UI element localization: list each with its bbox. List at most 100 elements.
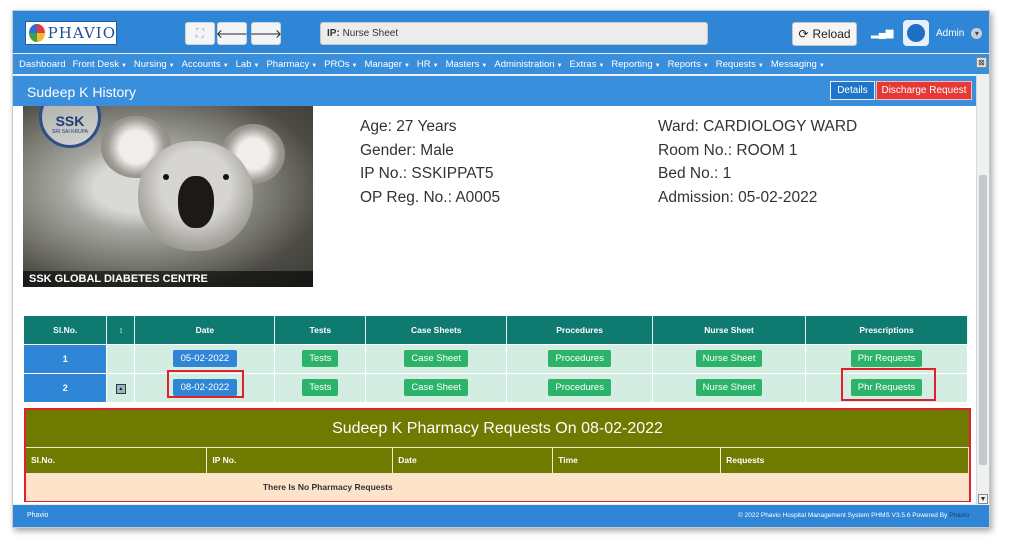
nurse-sheet-button[interactable]: Nurse Sheet: [695, 350, 763, 367]
menu-item-reports[interactable]: Reports ▼: [668, 59, 709, 70]
case-sheet-button[interactable]: Case Sheet: [404, 379, 469, 397]
caret-icon: ▼: [757, 62, 764, 69]
patient-ip-no: IP No.: SSKIPPAT5: [360, 165, 494, 182]
pharmacy-panel-title: Sudeep K Pharmacy Requests On 08-02-2022: [26, 410, 969, 447]
menu-item-front-desk[interactable]: Front Desk ▼: [72, 59, 126, 70]
patient-op-reg: OP Reg. No.: A0005: [360, 188, 501, 206]
row-slno: 2: [24, 372, 108, 402]
menu-item-accounts[interactable]: Accounts ▼: [182, 59, 229, 70]
col-date: Date: [392, 447, 554, 473]
vertical-scrollbar[interactable]: ▼: [976, 75, 989, 505]
close-icon[interactable]: ⊠: [976, 57, 987, 68]
page-title-bar: Sudeep K History Details Discharge Reque…: [13, 76, 976, 106]
app-window: PHAVIO ⛶ 🡐 🡒 IP: Nurse Sheet ⟳ Reload ▂▄…: [12, 10, 990, 528]
pharmacy-requests-table: Sl.No. IP No. Date Time Requests There I…: [26, 447, 969, 501]
ip-search-input[interactable]: IP: Nurse Sheet: [320, 22, 708, 45]
logo[interactable]: PHAVIO: [25, 21, 117, 45]
case-sheet-button[interactable]: Case Sheet: [404, 350, 469, 367]
main-menu: Dashboard Front Desk ▼ Nursing ▼ Accounts ▼…: [13, 54, 989, 74]
col-time: Time: [552, 447, 722, 473]
caret-icon: ▼: [481, 62, 488, 69]
phr-requests-button[interactable]: Phr Requests: [850, 350, 923, 367]
top-bar: PHAVIO ⛶ 🡐 🡒 IP: Nurse Sheet ⟳ Reload ▂▄…: [13, 11, 989, 53]
patient-photo: SSK SRI SAI KRUPA SSK GLOBAL DIABETES CE…: [23, 106, 313, 287]
collapse-icon[interactable]: ▴: [115, 383, 126, 394]
menu-item-lab[interactable]: Lab ▼: [236, 59, 260, 70]
col-nurse-sheet: Nurse Sheet: [652, 316, 807, 344]
details-button[interactable]: Details: [830, 81, 875, 100]
menu-item-hr[interactable]: HR ▼: [417, 59, 439, 70]
col-ip-no: IP No.: [206, 447, 394, 473]
footer-powered-link[interactable]: Phavio: [949, 512, 969, 519]
main-content: SSK SRI SAI KRUPA SSK GLOBAL DIABETES CE…: [13, 106, 976, 504]
menu-item-requests[interactable]: Requests ▼: [716, 59, 764, 70]
menu-item-masters[interactable]: Masters ▼: [446, 59, 488, 70]
nurse-sheet-button[interactable]: Nurse Sheet: [695, 379, 763, 397]
menu-item-administration[interactable]: Administration ▼: [494, 59, 562, 70]
forward-button[interactable]: 🡒: [250, 22, 282, 45]
row-slno: 1: [24, 343, 108, 373]
fullscreen-button[interactable]: ⛶: [185, 22, 215, 45]
phr-requests-highlight-box: [841, 368, 936, 401]
procedures-button[interactable]: Procedures: [548, 350, 611, 367]
col-slno: Sl.No.: [26, 447, 208, 473]
caret-icon: ▼: [253, 62, 260, 69]
caret-icon: ▼: [311, 62, 318, 69]
reload-button[interactable]: ⟳ Reload: [792, 22, 857, 46]
menu-item-extras[interactable]: Extras ▼: [570, 59, 605, 70]
discharge-request-button[interactable]: Discharge Request: [876, 81, 972, 100]
caret-icon: ▼: [120, 62, 127, 69]
logo-text: PHAVIO: [47, 24, 116, 42]
expand-icon: ⛶: [195, 26, 205, 40]
procedures-button[interactable]: Procedures: [548, 379, 611, 397]
search-label: IP:: [327, 28, 340, 39]
menu-item-messaging[interactable]: Messaging ▼: [771, 59, 825, 70]
patient-info-right: Ward: CARDIOLOGY WARD Room No.: ROOM 1 B…: [658, 115, 857, 209]
caret-icon: ▼: [403, 62, 410, 69]
menu-item-dashboard[interactable]: Dashboard: [19, 59, 65, 70]
caret-icon: ▼: [702, 62, 709, 69]
signal-icon: ▂▄▆: [871, 28, 894, 39]
table-row: 1 05-02-2022 Tests Case Sheet Procedures…: [24, 343, 968, 373]
menu-item-reporting[interactable]: Reporting ▼: [611, 59, 660, 70]
menu-item-pros[interactable]: PROs ▼: [324, 59, 357, 70]
sort-icon[interactable]: ↕: [106, 316, 136, 344]
patient-gender: Gender: Male: [360, 141, 454, 159]
footer-copyright: © 2022 Phavio Hospital Management System…: [738, 512, 969, 519]
reload-label: Reload: [812, 27, 851, 41]
tests-button[interactable]: Tests: [302, 350, 339, 367]
caret-icon: ▼: [168, 62, 175, 69]
user-menu[interactable]: Admin ▾: [903, 20, 983, 46]
table-row: 2 ▴ 08-02-2022 Tests Case Sheet Procedur…: [24, 372, 968, 402]
patient-admission: Admission: 05-02-2022: [658, 188, 818, 206]
menu-item-manager[interactable]: Manager ▼: [364, 59, 409, 70]
row-expand-cell: [106, 343, 136, 373]
menu-item-pharmacy[interactable]: Pharmacy ▼: [266, 59, 317, 70]
chevron-down-icon: ▾: [971, 27, 983, 39]
seal-subtext: SRI SAI KRUPA: [51, 129, 89, 135]
patient-info-left: Age: 27 Years Gender: Male IP No.: SSKIP…: [360, 115, 500, 209]
col-requests: Requests: [720, 447, 969, 473]
empty-row: There Is No Pharmacy Requests: [26, 472, 969, 501]
patient-ward: Ward: CARDIOLOGY WARD: [658, 118, 858, 135]
scrollbar-thumb[interactable]: [979, 175, 987, 465]
user-avatar-icon: [903, 20, 929, 46]
caret-icon: ▼: [818, 62, 825, 69]
arrow-left-icon: 🡐: [215, 27, 249, 41]
refresh-icon: ⟳: [798, 27, 809, 41]
seal-text: SSK: [55, 113, 85, 129]
history-table-header: Sl.No. ↕ Date Tests Case Sheets Procedur…: [24, 316, 968, 344]
menu-item-nursing[interactable]: Nursing ▼: [134, 59, 175, 70]
ssk-logo: SSK SRI SAI KRUPA: [39, 106, 101, 148]
photo-caption: SSK GLOBAL DIABETES CENTRE: [23, 271, 313, 287]
caret-icon: ▼: [432, 62, 439, 69]
page-title: Sudeep K History: [27, 84, 136, 100]
back-button[interactable]: 🡐: [215, 22, 249, 45]
date-button[interactable]: 05-02-2022: [172, 350, 238, 367]
patient-bed: Bed No.: 1: [658, 165, 732, 182]
pharmacy-requests-panel: Sudeep K Pharmacy Requests On 08-02-2022…: [24, 408, 971, 502]
tests-button[interactable]: Tests: [302, 379, 339, 397]
col-date: Date: [134, 316, 276, 344]
scroll-down-icon[interactable]: ▼: [978, 494, 988, 504]
col-tests: Tests: [274, 316, 367, 344]
